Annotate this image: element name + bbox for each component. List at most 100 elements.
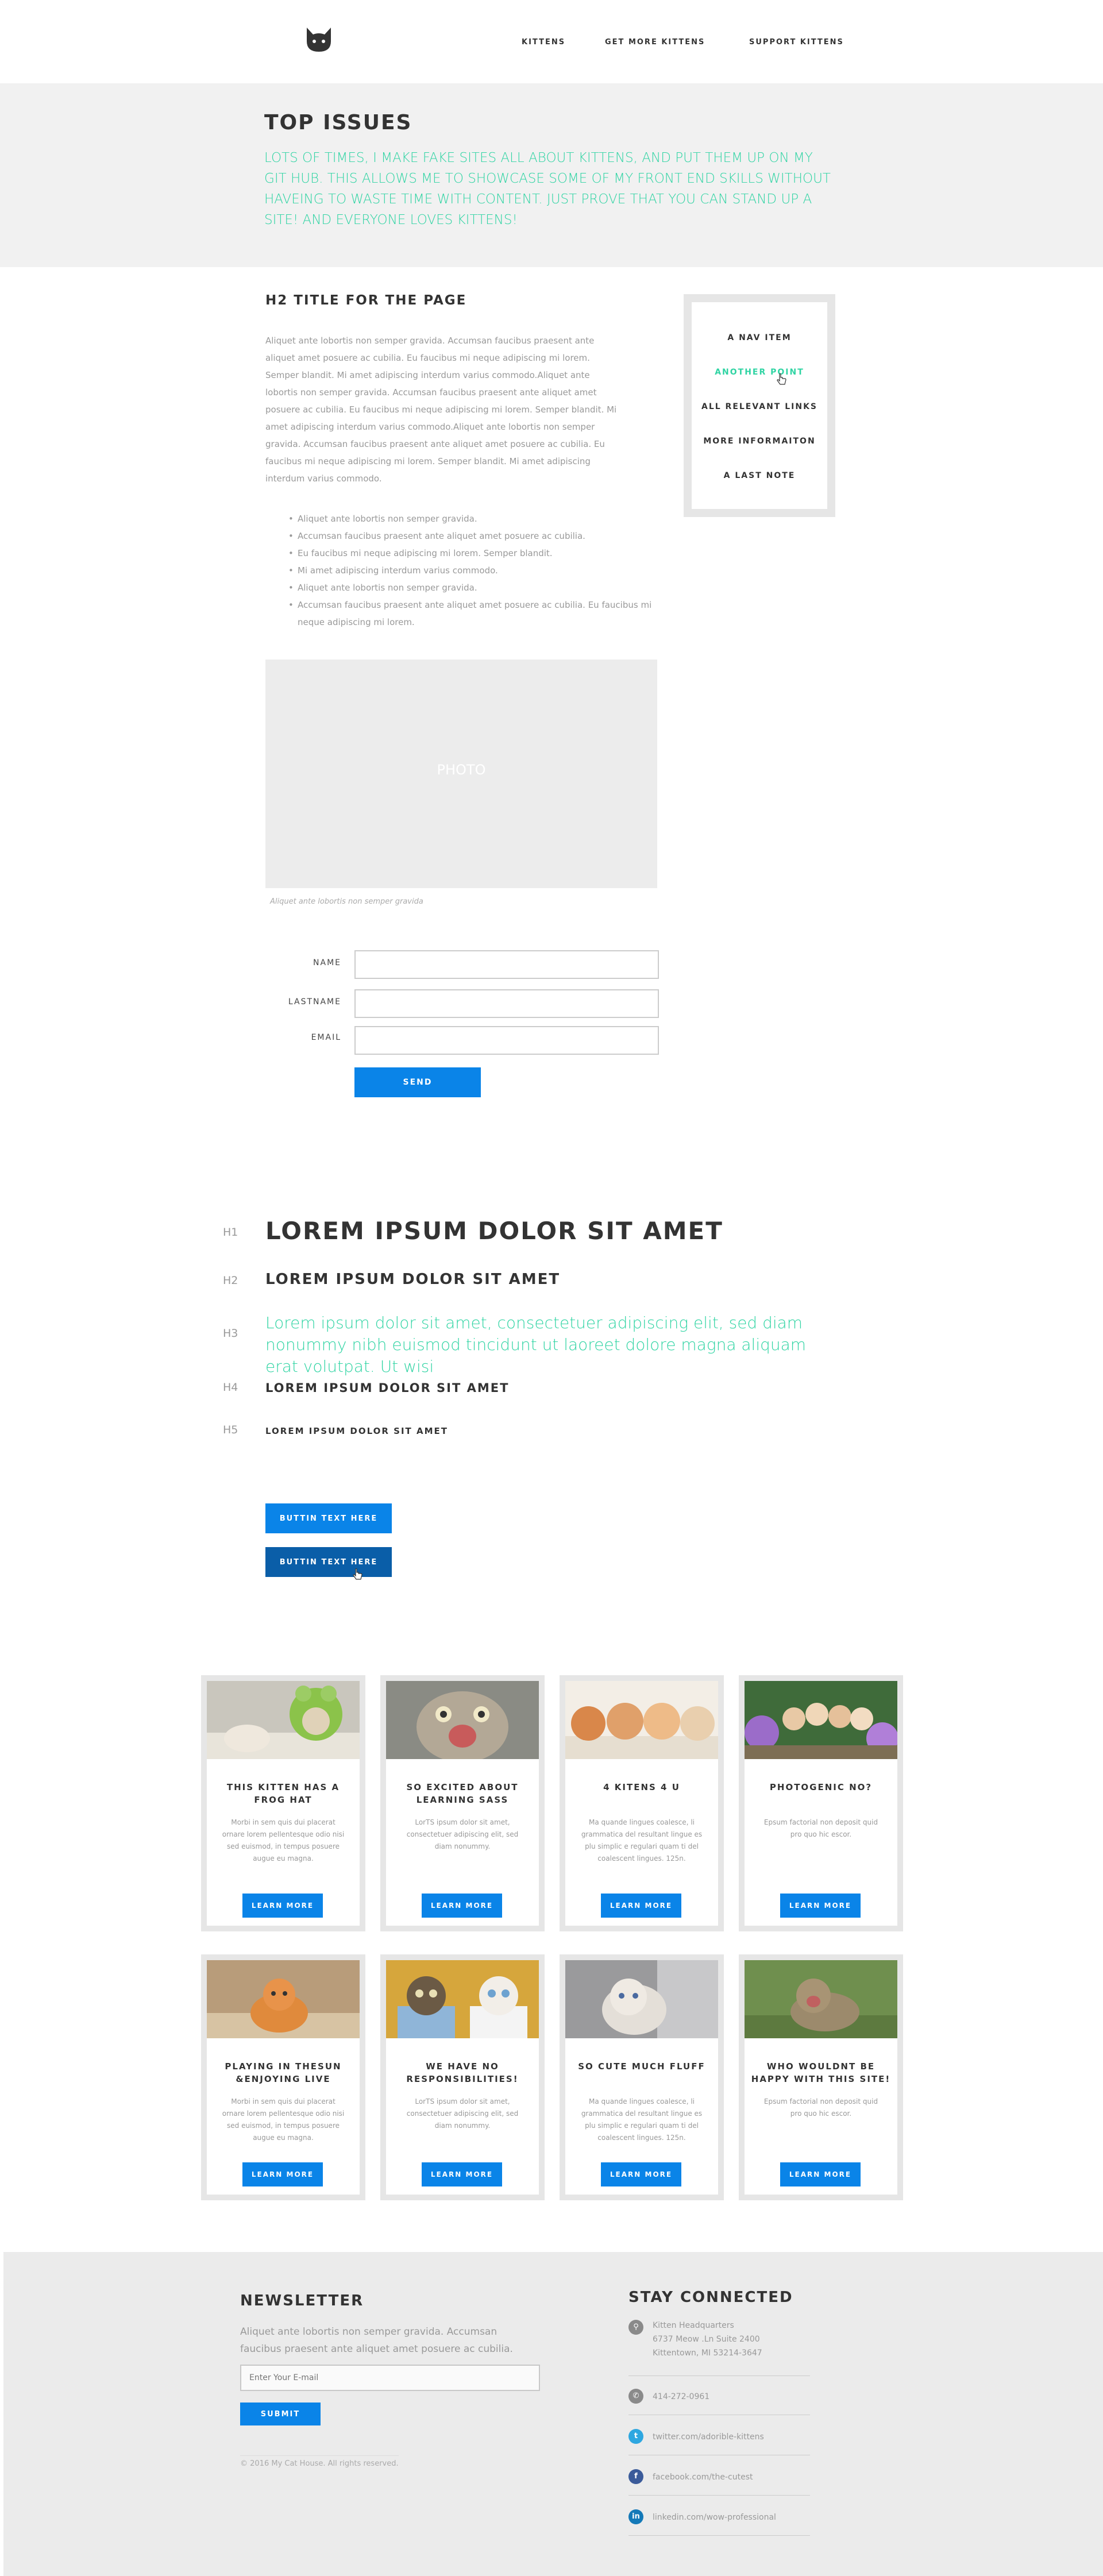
email-field[interactable] xyxy=(354,1026,659,1055)
card-title: SO EXCITED ABOUT LEARNING SASS xyxy=(406,1782,519,1805)
hero-title: TOP ISSUES xyxy=(264,111,412,134)
learn-more-button[interactable]: LEARN MORE xyxy=(601,2162,681,2186)
card-text: Epsum factorial non deposit quid pro quo… xyxy=(763,1818,878,1838)
sidebar-item-more-information[interactable]: MORE INFORMAITON xyxy=(692,437,827,446)
facebook-link[interactable]: facebook.com/the-cutest xyxy=(653,2470,753,2484)
card-title: WE HAVE NO RESPONSIBILITIES! xyxy=(406,2061,519,2084)
newsletter-title: NEWSLETTER xyxy=(240,2292,364,2309)
card-text: Epsum factorial non deposit quid pro quo… xyxy=(763,2097,878,2118)
card-text: LorTS ipsum dolor sit amet, consectetuer… xyxy=(406,1818,519,1850)
card-text: Ma quande lingues coalesce, li grammatic… xyxy=(581,1818,703,1862)
learn-more-button[interactable]: LEARN MORE xyxy=(242,1894,323,1918)
photo-placeholder: PHOTO xyxy=(265,660,657,888)
photo-caption: Aliquet ante lobortis non semper gravida xyxy=(270,897,423,906)
kitten-photo-happy-tabby xyxy=(745,1960,897,2038)
nav-support-kittens[interactable]: SUPPORT KITTENS xyxy=(749,38,844,47)
phone-number[interactable]: 414-272-0961 xyxy=(653,2390,709,2404)
card-title: WHO WOULDNT BE HAPPY WITH THIS SITE! xyxy=(751,2061,891,2084)
list-item: Mi amet adipiscing interdum varius commo… xyxy=(288,562,654,579)
kitten-card: PLAYING IN THESUN &ENJOYING LIVE Morbi i… xyxy=(201,1954,365,2200)
site-header: KITTENS GET MORE KITTENS SUPPORT KITTENS xyxy=(0,0,1103,79)
sidebar-item-nav-item[interactable]: A NAV ITEM xyxy=(692,333,827,342)
h1-tag-label: H1 xyxy=(223,1226,238,1239)
card-text: LorTS ipsum dolor sit amet, consectetuer… xyxy=(406,2097,519,2130)
list-item: Aliquet ante lobortis non semper gravida… xyxy=(288,510,654,527)
address-line-1: Kitten Headquarters xyxy=(653,2321,734,2330)
list-item: Aliquet ante lobortis non semper gravida… xyxy=(288,579,654,596)
stay-connected-title: STAY CONNECTED xyxy=(628,2289,793,2306)
list-item: Eu faucibus mi neque adipiscing mi lorem… xyxy=(288,545,654,562)
learn-more-button[interactable]: LEARN MORE xyxy=(601,1894,681,1918)
h5-tag-label: H5 xyxy=(223,1424,238,1436)
h3-sample: Lorem ipsum dolor sit amet, consectetuer… xyxy=(265,1313,807,1376)
linkedin-icon: in xyxy=(628,2509,643,2524)
bullet-list: Aliquet ante lobortis non semper gravida… xyxy=(288,510,654,631)
name-label: NAME xyxy=(313,958,341,967)
sample-button[interactable]: BUTTIN TEXT HERE xyxy=(265,1503,392,1533)
cat-logo-icon[interactable] xyxy=(303,25,334,54)
kitten-photo-fluffy xyxy=(565,1960,718,2038)
site-footer: NEWSLETTER Aliquet ante lobortis non sem… xyxy=(3,2252,1103,2576)
copyright-text: © 2016 My Cat House. All rights reserved… xyxy=(240,2455,399,2468)
learn-more-button[interactable]: LEARN MORE xyxy=(780,1894,861,1918)
kitten-card: WHO WOULDNT BE HAPPY WITH THIS SITE! Eps… xyxy=(739,1954,903,2200)
sidebar-nav: A NAV ITEM ANOTHER POINT ALL RELEVANT LI… xyxy=(684,294,835,517)
lastname-label: LASTNAME xyxy=(288,997,341,1007)
card-title: 4 KITENS 4 U xyxy=(603,1782,680,1792)
card-text: Morbi in sem quis dui placerat ornare lo… xyxy=(222,2097,345,2142)
h5-sample: LOREM IPSUM DOLOR SIT AMET xyxy=(265,1426,449,1436)
newsletter-email-input[interactable] xyxy=(240,2365,540,2391)
contact-phone: ✆ 414-272-0961 xyxy=(628,2385,810,2415)
learn-more-button[interactable]: LEARN MORE xyxy=(780,2162,861,2186)
address-line-3: Kittentown, MI 53214-3647 xyxy=(653,2349,762,2358)
h2-tag-label: H2 xyxy=(223,1274,238,1287)
page-title: H2 TITLE FOR THE PAGE xyxy=(265,293,467,308)
kitten-card: PHOTOGENIC NO? Epsum factorial non depos… xyxy=(739,1675,903,1931)
kitten-card: SO CUTE MUCH FLUFF Ma quande lingues coa… xyxy=(560,1954,724,2200)
kitten-photo-photogenic xyxy=(745,1681,897,1759)
h3-tag-label: H3 xyxy=(223,1327,238,1340)
list-item: Accumsan faucibus praesent ante aliquet … xyxy=(288,527,654,545)
linkedin-link[interactable]: linkedin.com/wow-professional xyxy=(653,2511,776,2524)
sidebar-item-another-point[interactable]: ANOTHER POINT xyxy=(692,368,827,377)
kitten-card: THIS KITTEN HAS A FROG HAT Morbi in sem … xyxy=(201,1675,365,1931)
send-button[interactable]: SEND xyxy=(354,1067,481,1097)
sidebar-item-last-note[interactable]: A LAST NOTE xyxy=(692,471,827,480)
submit-button[interactable]: SUBMIT xyxy=(240,2403,321,2425)
contact-linkedin: in linkedin.com/wow-professional xyxy=(628,2506,810,2536)
learn-more-button[interactable]: LEARN MORE xyxy=(422,2162,502,2186)
facebook-icon: f xyxy=(628,2469,643,2484)
kitten-card: 4 KITENS 4 U Ma quande lingues coalesce,… xyxy=(560,1675,724,1931)
twitter-link[interactable]: twitter.com/adorible-kittens xyxy=(653,2430,764,2444)
nav-kittens[interactable]: KITTENS xyxy=(522,38,565,47)
kitten-photo-excited xyxy=(386,1681,539,1759)
kitten-photo-cups xyxy=(386,1960,539,2038)
h1-sample: LOREM IPSUM DOLOR SIT AMET xyxy=(265,1217,723,1245)
card-text: Ma quande lingues coalesce, li grammatic… xyxy=(581,2097,703,2142)
phone-icon: ✆ xyxy=(628,2389,643,2404)
card-title: THIS KITTEN HAS A FROG HAT xyxy=(226,1782,340,1805)
contact-address: ⚲ Kitten Headquarters 6737 Meow .Ln Suit… xyxy=(628,2316,810,2376)
pointer-cursor-icon xyxy=(353,1568,363,1583)
photo-label: PHOTO xyxy=(437,762,486,778)
kitten-photo-four xyxy=(565,1681,718,1759)
sample-button-hover[interactable]: BUTTIN TEXT HERE xyxy=(265,1547,392,1577)
card-title: SO CUTE MUCH FLUFF xyxy=(578,2061,705,2072)
location-pin-icon: ⚲ xyxy=(628,2320,643,2335)
learn-more-button[interactable]: LEARN MORE xyxy=(242,2162,323,2186)
nav-get-more-kittens[interactable]: GET MORE KITTENS xyxy=(605,38,705,47)
card-title: PHOTOGENIC NO? xyxy=(769,1782,873,1792)
kitten-card: WE HAVE NO RESPONSIBILITIES! LorTS ipsum… xyxy=(380,1954,545,2200)
learn-more-button[interactable]: LEARN MORE xyxy=(422,1894,502,1918)
body-paragraph: Aliquet ante lobortis non semper gravida… xyxy=(265,336,617,484)
sidebar-item-relevant-links[interactable]: ALL RELEVANT LINKS xyxy=(692,402,827,411)
twitter-icon: t xyxy=(628,2429,643,2444)
hero-text: LOTS OF TIMES, I MAKE FAKE SITES ALL ABO… xyxy=(264,151,831,227)
h4-tag-label: H4 xyxy=(223,1381,238,1394)
lastname-field[interactable] xyxy=(354,989,659,1018)
card-title: PLAYING IN THESUN &ENJOYING LIVE xyxy=(225,2061,342,2084)
pointer-cursor-icon xyxy=(777,373,787,388)
h2-sample: LOREM IPSUM DOLOR SIT AMET xyxy=(265,1271,561,1288)
contact-twitter: t twitter.com/adorible-kittens xyxy=(628,2425,810,2455)
name-field[interactable] xyxy=(354,950,659,979)
